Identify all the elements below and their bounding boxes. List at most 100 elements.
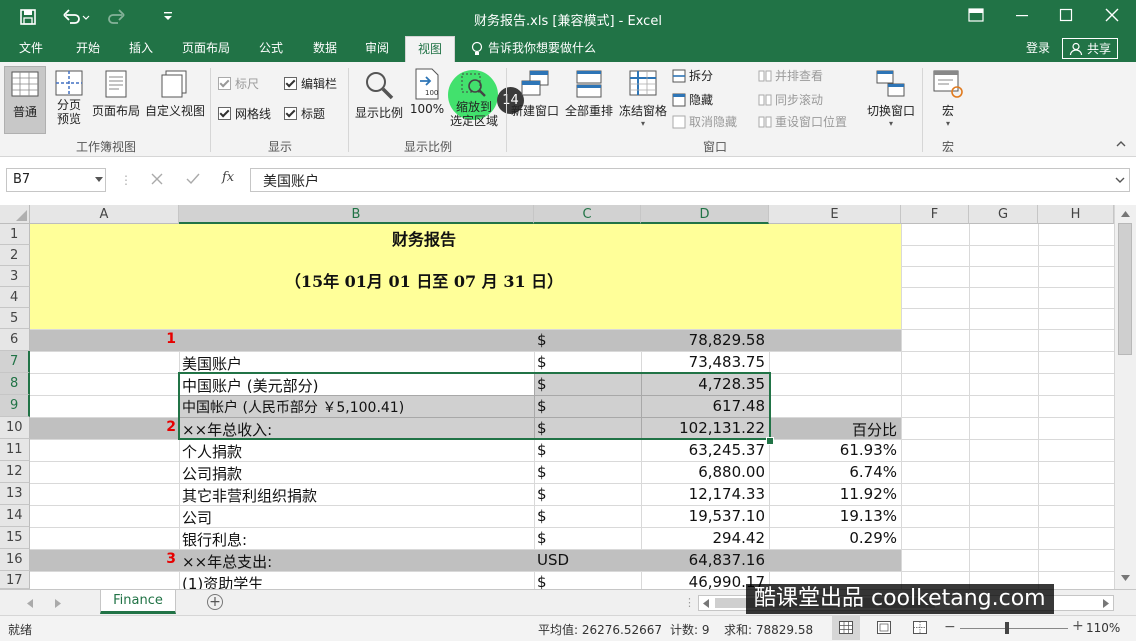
row-header-10[interactable]: 10 bbox=[0, 417, 30, 439]
drag-handle-icon[interactable]: ⋮ bbox=[120, 173, 132, 187]
sign-in-link[interactable]: 登录 bbox=[1026, 36, 1050, 62]
macros-button[interactable]: 宏 ▾ bbox=[926, 66, 970, 134]
column-header-c[interactable]: C bbox=[534, 205, 641, 224]
column-header-f[interactable]: F bbox=[901, 205, 969, 224]
insert-function-icon[interactable]: fx bbox=[222, 170, 234, 185]
row-header-6[interactable]: 6 bbox=[0, 329, 30, 351]
row-header-4[interactable]: 4 bbox=[0, 287, 30, 308]
minimize-icon[interactable] bbox=[1002, 6, 1042, 28]
zoom-button[interactable]: 显示比例 bbox=[352, 66, 406, 134]
row-header-1[interactable]: 1 bbox=[0, 224, 30, 245]
zoom-group-label: 显示比例 bbox=[403, 140, 452, 154]
row-header-3[interactable]: 3 bbox=[0, 266, 30, 287]
normal-view-button[interactable]: 普通 bbox=[4, 66, 46, 134]
tab-split-handle-icon[interactable]: ⋮ bbox=[684, 596, 695, 609]
column-header-h[interactable]: H bbox=[1038, 205, 1114, 224]
tab-data[interactable]: 数据 bbox=[302, 36, 348, 62]
row-header-17[interactable]: 17 bbox=[0, 571, 30, 589]
column-header-b[interactable]: B bbox=[179, 205, 534, 224]
zoom-slider-thumb[interactable] bbox=[1005, 622, 1009, 634]
tab-formulas[interactable]: 公式 bbox=[248, 36, 294, 62]
row-header-7[interactable]: 7 bbox=[0, 351, 30, 373]
row-header-9[interactable]: 9 bbox=[0, 395, 30, 417]
page-break-preview-button[interactable]: 分页 预览 bbox=[50, 66, 88, 134]
add-sheet-icon[interactable]: + bbox=[207, 594, 223, 610]
column-header-d[interactable]: D bbox=[641, 205, 769, 224]
row-header-13[interactable]: 13 bbox=[0, 483, 30, 505]
gridlines-checkbox[interactable]: 网格线 bbox=[218, 104, 271, 124]
sheet-tab-finance[interactable]: Finance bbox=[100, 590, 176, 614]
tell-me-search[interactable]: 告诉我你想要做什么 bbox=[488, 36, 596, 62]
formula-bar-checkbox[interactable]: 编辑栏 bbox=[284, 74, 337, 94]
headings-checkbox[interactable]: 标题 bbox=[284, 104, 325, 124]
page-break-status-button[interactable] bbox=[906, 616, 934, 640]
scroll-right-icon[interactable] bbox=[1103, 599, 1109, 608]
column-header-e[interactable]: E bbox=[769, 205, 901, 224]
cell-currency: $ bbox=[537, 463, 547, 481]
column-header-a[interactable]: A bbox=[30, 205, 179, 224]
previous-sheet-icon[interactable] bbox=[26, 599, 34, 608]
switch-windows-button[interactable]: 切换窗口 ▾ bbox=[862, 66, 920, 134]
row-header-15[interactable]: 15 bbox=[0, 527, 30, 549]
tab-review[interactable]: 审阅 bbox=[354, 36, 400, 62]
column-header-g[interactable]: G bbox=[969, 205, 1038, 224]
share-button[interactable]: 共享 bbox=[1062, 38, 1118, 59]
row-header-11[interactable]: 11 bbox=[0, 439, 30, 461]
unhide-window-button[interactable]: 取消隐藏 bbox=[672, 112, 737, 132]
tab-file[interactable]: 文件 bbox=[8, 36, 54, 62]
row-header-2[interactable]: 2 bbox=[0, 245, 30, 266]
scroll-left-icon[interactable] bbox=[703, 599, 709, 608]
zoom-to-selection-button[interactable]: 缩放到 选定区域 bbox=[446, 66, 502, 134]
ribbon: 普通 分页 预览 页面布局 自定义视图 工作簿视图 标尺 编辑栏 网格线 标题 … bbox=[0, 62, 1136, 157]
select-all-corner[interactable] bbox=[0, 205, 30, 224]
name-box[interactable]: B7 bbox=[6, 168, 106, 192]
close-icon[interactable] bbox=[1092, 6, 1132, 28]
page-layout-status-button[interactable] bbox=[870, 616, 898, 640]
new-window-label: 新建窗口 bbox=[510, 104, 559, 118]
row-header-8[interactable]: 8 bbox=[0, 373, 30, 395]
row-header-14[interactable]: 14 bbox=[0, 505, 30, 527]
row-header-12[interactable]: 12 bbox=[0, 461, 30, 483]
cell-currency: $ bbox=[537, 441, 547, 459]
unhide-window-label: 取消隐藏 bbox=[689, 115, 738, 129]
tab-insert[interactable]: 插入 bbox=[116, 36, 166, 62]
zoom-slider-track[interactable] bbox=[960, 628, 1068, 629]
ribbon-display-options-icon[interactable] bbox=[956, 6, 996, 28]
zoom-100-label: 100% bbox=[409, 102, 445, 116]
view-side-by-side-button[interactable]: 并排查看 bbox=[758, 66, 823, 86]
vertical-scroll-thumb[interactable] bbox=[1118, 223, 1132, 355]
zoom-out-icon[interactable]: − bbox=[944, 619, 956, 635]
tab-view[interactable]: 视图 bbox=[405, 36, 455, 62]
row-header-16[interactable]: 16 bbox=[0, 549, 30, 571]
cell-currency: $ bbox=[537, 397, 547, 415]
split-label: 拆分 bbox=[689, 69, 714, 83]
cancel-entry-icon[interactable] bbox=[150, 172, 164, 190]
custom-views-button[interactable]: 自定义视图 bbox=[144, 66, 206, 134]
hide-window-button[interactable]: 隐藏 bbox=[672, 90, 713, 110]
page-layout-view-button[interactable]: 页面布局 bbox=[90, 66, 142, 134]
zoom-in-icon[interactable]: + bbox=[1072, 618, 1084, 634]
cell-amount: 63,245.37 bbox=[688, 441, 765, 459]
zoom-100-button[interactable]: 100 100% bbox=[408, 66, 446, 134]
scroll-down-icon[interactable] bbox=[1121, 575, 1130, 581]
zoom-level[interactable]: 110% bbox=[1086, 621, 1120, 635]
reset-window-position-button[interactable]: 重设窗口位置 bbox=[758, 112, 847, 132]
synchronous-scrolling-button[interactable]: 同步滚动 bbox=[758, 90, 823, 110]
row-header-5[interactable]: 5 bbox=[0, 308, 30, 329]
expand-formula-bar-icon[interactable] bbox=[1115, 177, 1125, 184]
next-sheet-icon[interactable] bbox=[54, 599, 62, 608]
maximize-icon[interactable] bbox=[1046, 6, 1086, 28]
new-window-button[interactable]: 新建窗口 bbox=[508, 66, 562, 134]
normal-view-status-button[interactable] bbox=[832, 616, 860, 640]
confirm-entry-icon[interactable] bbox=[186, 172, 200, 190]
ruler-checkbox[interactable]: 标尺 bbox=[218, 74, 259, 94]
formula-input[interactable]: 美国账户 bbox=[250, 168, 1130, 192]
vertical-scrollbar[interactable] bbox=[1114, 205, 1136, 589]
arrange-all-button[interactable]: 全部重排 bbox=[562, 66, 616, 134]
freeze-panes-button[interactable]: 冻结窗格 ▾ bbox=[616, 66, 670, 134]
scroll-up-icon[interactable] bbox=[1121, 211, 1130, 217]
collapse-ribbon-icon[interactable] bbox=[1116, 140, 1126, 151]
split-button[interactable]: 拆分 bbox=[672, 66, 713, 86]
tab-page-layout[interactable]: 页面布局 bbox=[170, 36, 242, 62]
tab-home[interactable]: 开始 bbox=[62, 36, 114, 62]
